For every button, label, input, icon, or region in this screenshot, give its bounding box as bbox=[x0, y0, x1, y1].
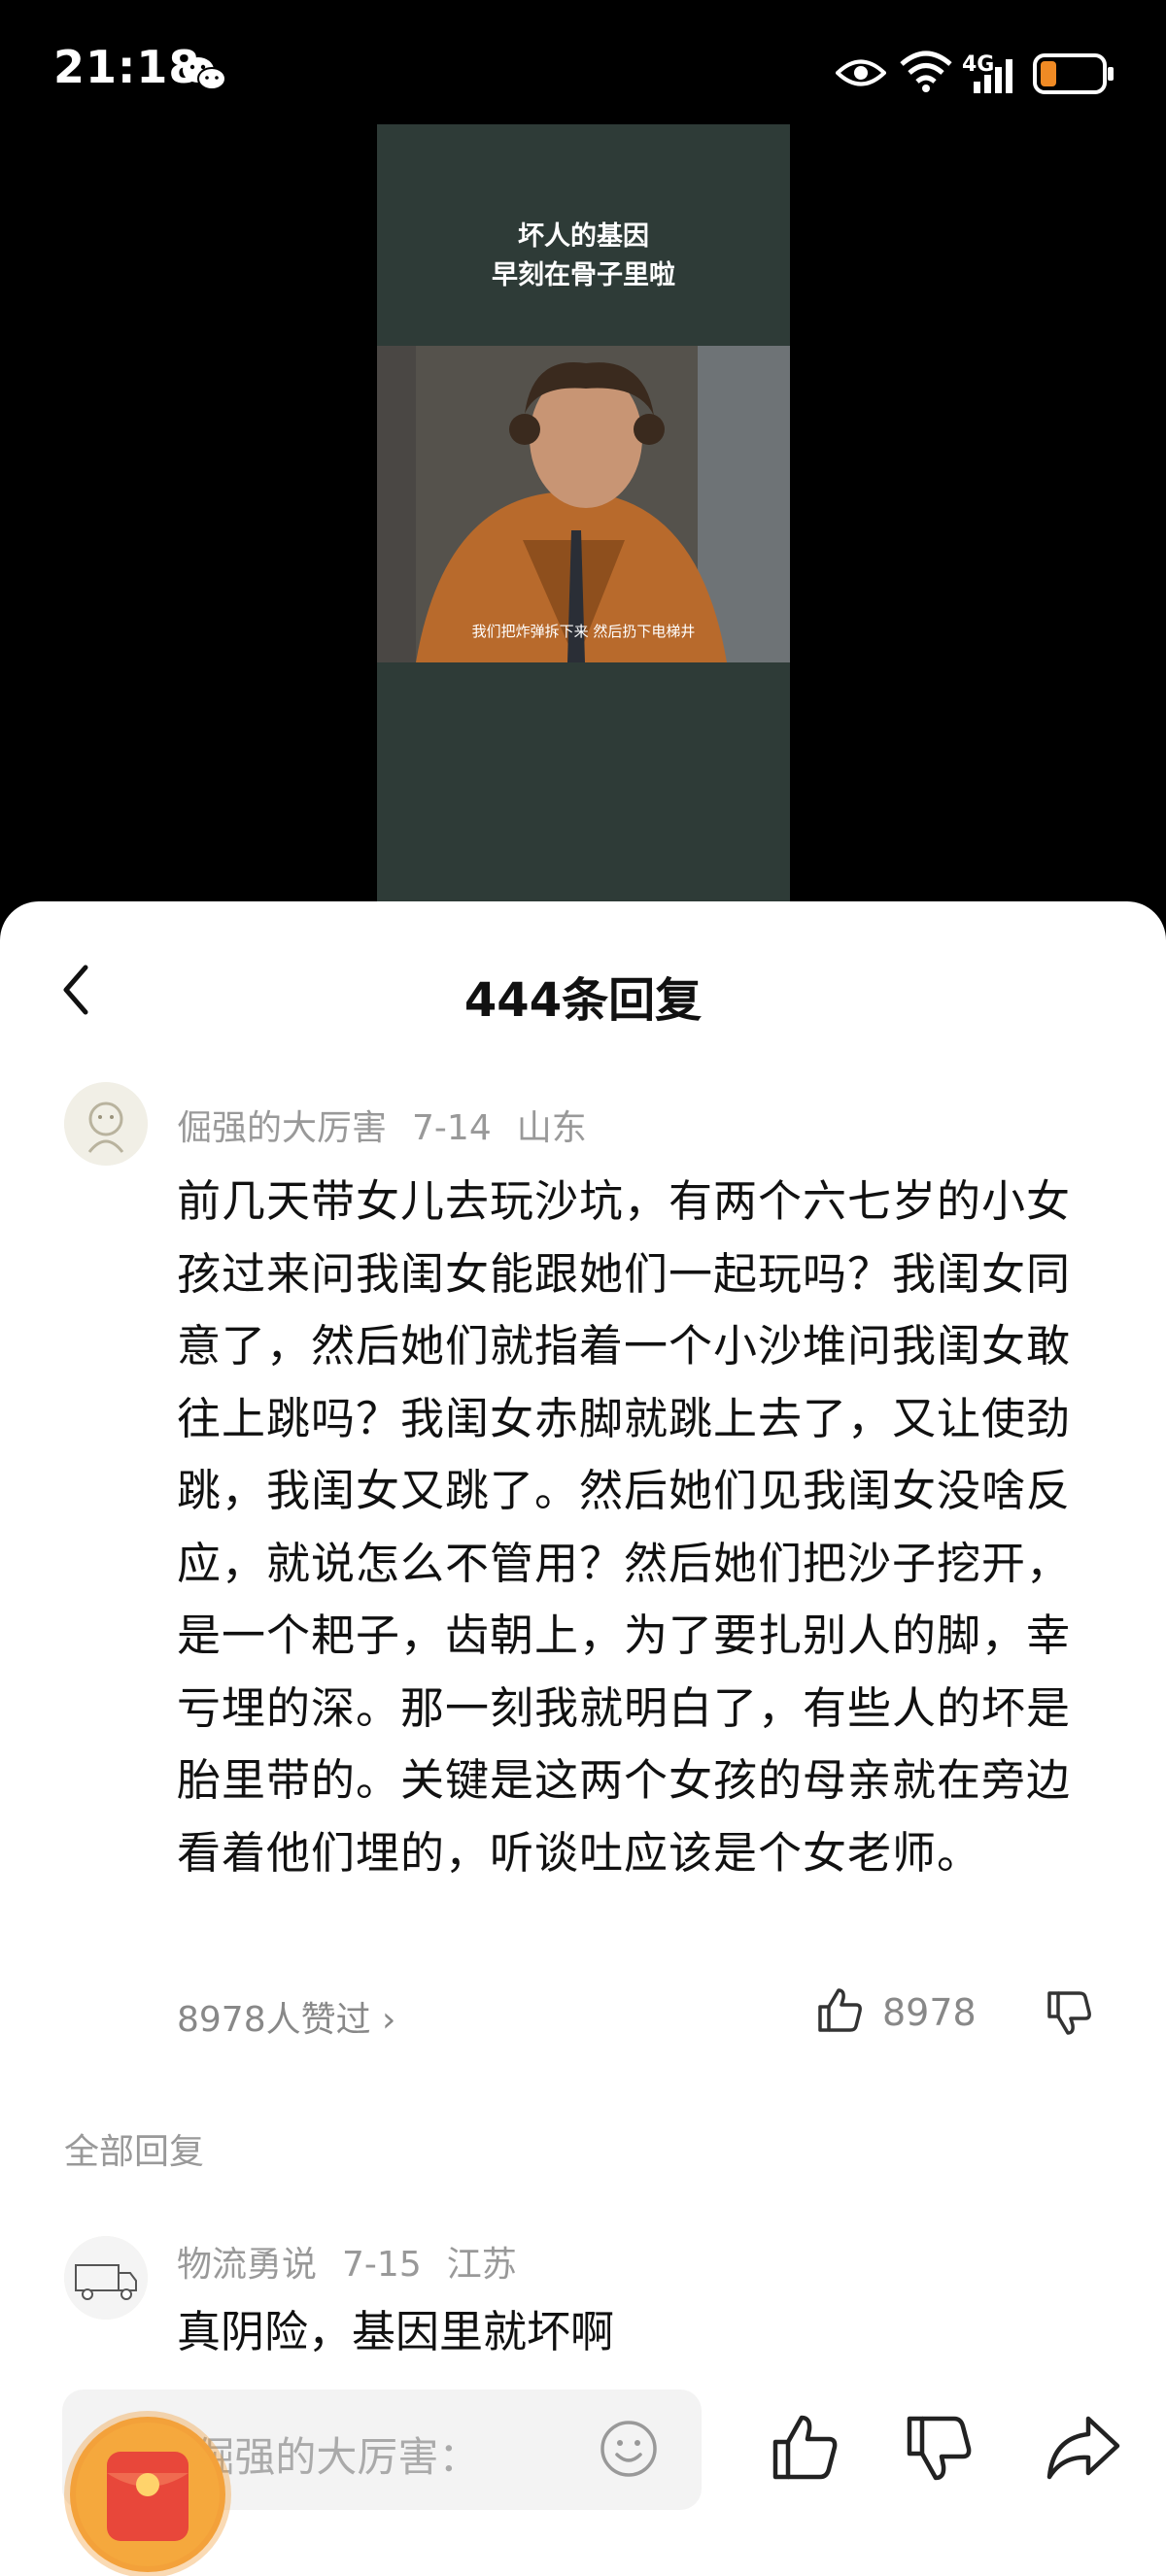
reply-meta: 物流勇说 7-15 江苏 bbox=[177, 2236, 542, 2287]
signal-icon bbox=[974, 59, 1012, 93]
like-count: 8978 bbox=[882, 1991, 977, 2034]
all-replies-label: 全部回复 bbox=[64, 2132, 205, 2172]
video-caption-line2: 早刻在骨子里啦 bbox=[492, 260, 675, 290]
comment-author[interactable]: 倔强的大厉害 bbox=[177, 1108, 387, 1148]
thumb-up-icon[interactable] bbox=[814, 1985, 865, 2036]
dislike-button-icon[interactable] bbox=[902, 2411, 976, 2485]
video-player[interactable]: 坏人的基因 早刻在骨子里啦 我们把炸弹拆下来 然后扔下电梯井 bbox=[377, 124, 790, 901]
comment-meta: 倔强的大厉害 7-14 山东 bbox=[177, 1100, 612, 1150]
battery-icon bbox=[1033, 53, 1114, 94]
comment-date: 7-14 bbox=[412, 1108, 492, 1148]
eye-icon bbox=[836, 59, 886, 86]
comment-location: 山东 bbox=[516, 1108, 587, 1148]
avatar-illustration bbox=[64, 1082, 148, 1166]
video-caption-line1: 坏人的基因 bbox=[518, 221, 649, 252]
reply-author[interactable]: 物流勇说 bbox=[177, 2245, 317, 2285]
comment-text: 前几天带女儿去玩沙坑，有两个六七岁的小女孩过来问我闺女能跟她们一起玩吗？我闺女同… bbox=[177, 1175, 1072, 1879]
video-subtitle: 我们把炸弹拆下来 然后扔下电梯井 bbox=[471, 623, 696, 640]
video-caption: 坏人的基因 早刻在骨子里啦 bbox=[377, 218, 790, 295]
video-still-illustration bbox=[377, 346, 790, 662]
wifi-icon bbox=[900, 51, 952, 92]
wechat-icon bbox=[183, 57, 226, 90]
truck-avatar-illustration bbox=[64, 2236, 148, 2320]
red-packet-button[interactable] bbox=[70, 2417, 225, 2572]
likes-list-link[interactable]: 8978人赞过 › bbox=[177, 1991, 395, 2042]
sheet-title: 444条回复 bbox=[463, 973, 703, 1028]
reply-avatar[interactable] bbox=[64, 2236, 148, 2320]
reply-location: 江苏 bbox=[446, 2245, 517, 2285]
video-frame: 我们把炸弹拆下来 然后扔下电梯井 bbox=[377, 346, 790, 662]
avatar[interactable] bbox=[64, 1082, 148, 1166]
red-packet-icon bbox=[76, 2423, 220, 2566]
status-time: 21:18 bbox=[53, 41, 201, 93]
thumb-down-icon[interactable] bbox=[1044, 1987, 1094, 2038]
emoji-icon[interactable] bbox=[599, 2419, 659, 2479]
reply-date: 7-15 bbox=[342, 2245, 422, 2285]
reply-sheet: 444条回复 倔强的大厉害 7-14 山东 前几天带女儿去玩沙坑，有两个六七岁的小女… bbox=[0, 901, 1166, 2576]
share-icon[interactable] bbox=[1044, 2411, 1121, 2485]
like-button-icon[interactable] bbox=[768, 2411, 841, 2485]
reply-text: 真阴险，基因里就坏啊 bbox=[177, 2306, 615, 2357]
